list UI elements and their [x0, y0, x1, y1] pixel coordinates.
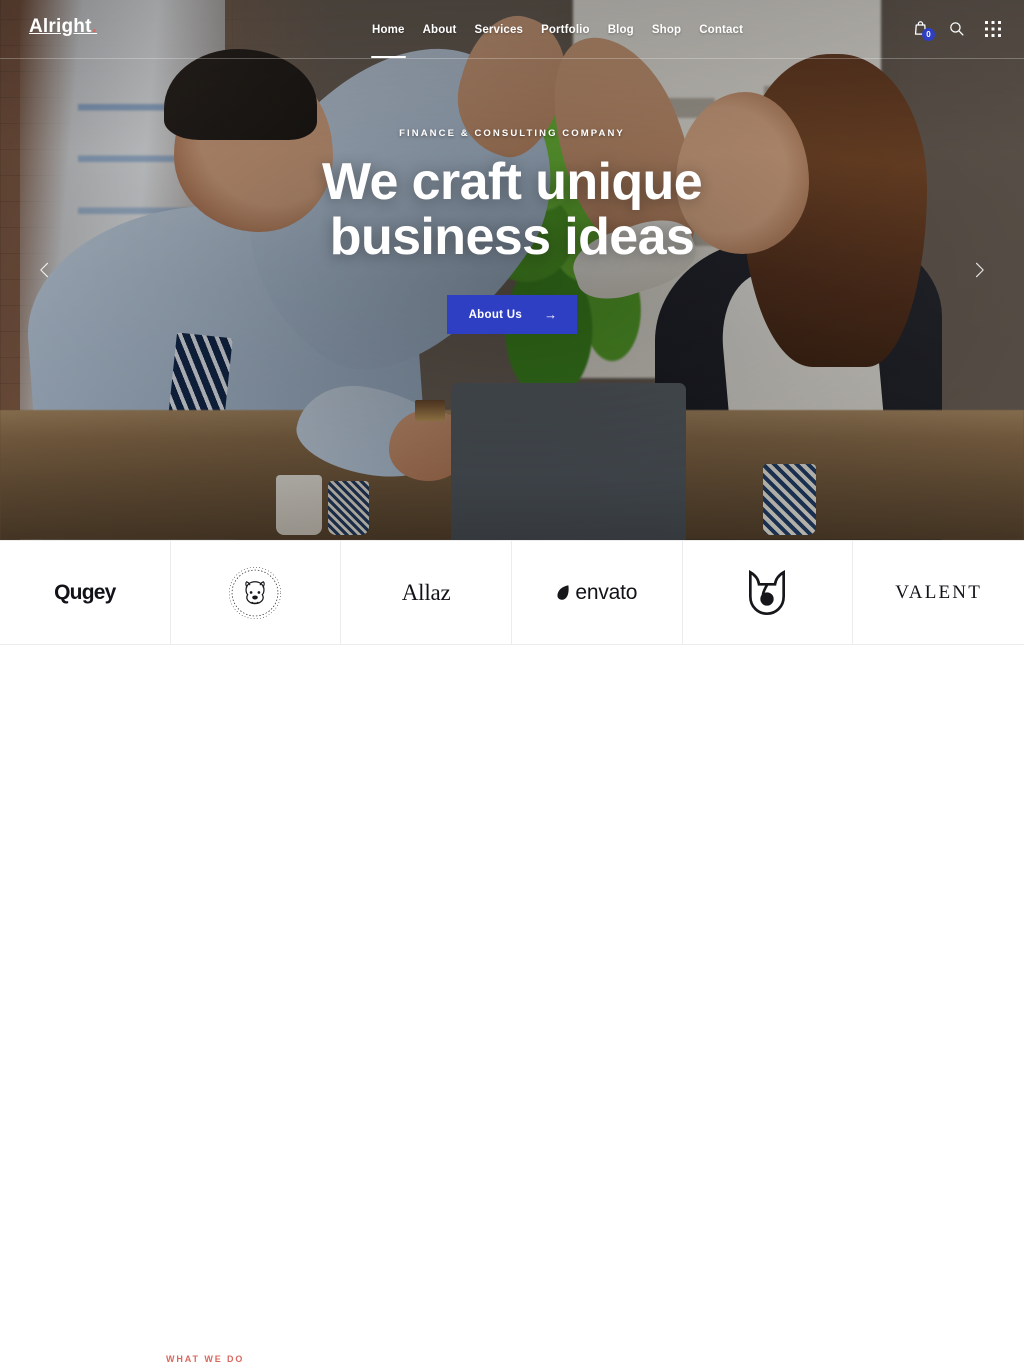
- cart-count-badge: 0: [922, 28, 935, 41]
- slider-prev-button[interactable]: [33, 258, 57, 282]
- hero-headline-line-2: business ideas: [329, 208, 695, 266]
- client-logo-bulldog[interactable]: [171, 541, 342, 644]
- main-navigation: Home About Services Portfolio Blog Shop …: [370, 22, 745, 58]
- client-logo-label: VALENT: [895, 581, 983, 603]
- client-logo-shield[interactable]: [683, 541, 854, 644]
- hero-slider: Alright. Home About Services Portfolio B…: [0, 0, 1024, 540]
- client-logo-envato[interactable]: envato: [512, 541, 683, 644]
- nav-item-contact[interactable]: Contact: [697, 22, 745, 40]
- nav-item-about[interactable]: About: [421, 22, 459, 40]
- nav-item-shop[interactable]: Shop: [650, 22, 683, 40]
- client-logo-wrap: envato: [556, 581, 637, 605]
- client-logo-valent[interactable]: VALENT: [853, 541, 1024, 644]
- what-we-do-label: WHAT WE DO: [166, 1354, 245, 1364]
- client-logo-label: Qugey: [54, 580, 116, 604]
- client-logo-label: Allaz: [401, 579, 451, 605]
- nav-item-services[interactable]: Services: [473, 22, 526, 40]
- hero-headline-line-1: We craft unique: [321, 152, 703, 211]
- what-we-do-section: WHAT WE DO: [0, 645, 1024, 1364]
- shield-tulip-logo: [749, 569, 786, 615]
- bulldog-stamp-logo: [229, 566, 282, 619]
- hero-eyebrow: FINANCE & CONSULTING COMPANY: [399, 127, 625, 139]
- site-logo[interactable]: Alright.: [29, 17, 97, 36]
- hero-headline: We craft unique business ideas: [321, 152, 703, 266]
- client-logo-qugey[interactable]: Qugey: [0, 541, 171, 644]
- client-logo-allaz[interactable]: Allaz: [341, 541, 512, 644]
- nav-item-blog[interactable]: Blog: [606, 22, 636, 40]
- chevron-right-icon: [975, 262, 984, 278]
- envato-leaf-icon: [557, 585, 570, 600]
- site-header: Alright. Home About Services Portfolio B…: [0, 0, 1024, 59]
- grid-menu-icon[interactable]: [983, 19, 1002, 38]
- about-us-button-label: About Us: [468, 308, 523, 321]
- about-us-button[interactable]: About Us →: [446, 295, 578, 335]
- nav-item-portfolio[interactable]: Portfolio: [539, 22, 592, 40]
- chevron-left-icon: [40, 262, 49, 278]
- hero-content: FINANCE & CONSULTING COMPANY We craft un…: [0, 0, 1024, 540]
- header-divider: [0, 58, 1024, 59]
- search-icon[interactable]: [947, 19, 966, 38]
- slider-next-button[interactable]: [967, 258, 991, 282]
- header-tools: 0: [911, 19, 1002, 41]
- logo-dot: .: [91, 16, 98, 37]
- client-logo-strip: Qugey Allaz envato VALENT: [0, 540, 1024, 645]
- client-logo-label: envato: [575, 580, 638, 604]
- logo-text: Alright: [29, 16, 92, 37]
- nav-item-home[interactable]: Home: [370, 22, 407, 58]
- shopping-bag-icon[interactable]: 0: [911, 19, 935, 41]
- arrow-right-icon: →: [544, 307, 558, 323]
